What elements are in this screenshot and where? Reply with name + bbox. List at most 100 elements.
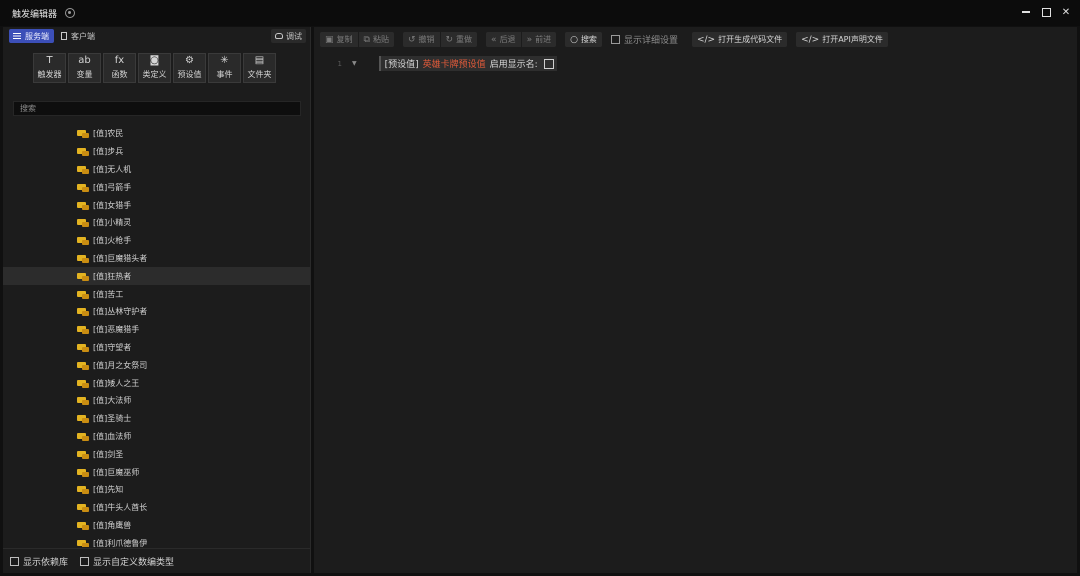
tab-server[interactable]: 服务端	[9, 29, 54, 43]
tree-item-label: [值]大法师	[93, 396, 132, 406]
preset-icon: ⚙	[185, 55, 194, 66]
close-button[interactable]	[1058, 4, 1074, 20]
tree-item[interactable]: [值]火枪手	[3, 232, 310, 250]
tree-item[interactable]: [值]步兵	[3, 143, 310, 161]
preset-value-icon	[77, 290, 89, 299]
tree-item[interactable]: [值]女猎手	[3, 196, 310, 214]
tree-item[interactable]: [值]无人机	[3, 161, 310, 179]
undo-icon: ↺	[407, 34, 416, 45]
tool-event[interactable]: ✳ 事件	[208, 53, 241, 83]
tree-item[interactable]: [值]守望者	[3, 339, 310, 357]
tree-item[interactable]: [值]利爪德鲁伊	[3, 534, 310, 547]
preset-value-icon	[77, 201, 89, 210]
tree-item-label: [值]恶魔猎手	[93, 325, 140, 335]
tree-item[interactable]: [值]矮人之王	[3, 374, 310, 392]
tool-function[interactable]: fx 函数	[103, 53, 136, 83]
tree-item-label: [值]火枪手	[93, 236, 132, 246]
tree-item-label: [值]矮人之王	[93, 378, 140, 388]
debug-button[interactable]: 调试	[271, 29, 306, 43]
checkbox-box[interactable]	[610, 35, 620, 44]
open-api-button[interactable]: </> 打开API声明文件	[796, 32, 888, 47]
tree-item[interactable]: [值]剑圣	[3, 445, 310, 463]
tree-item-label: [值]巨魔猎头者	[93, 253, 148, 263]
tool-variable-label: 变量	[76, 70, 93, 79]
tree-item[interactable]: [值]巨魔猎头者	[3, 250, 310, 268]
tool-trigger-label: 触发器	[37, 70, 62, 79]
tree-item[interactable]: [值]狂热者	[3, 267, 310, 286]
preset-tag: [预设值]	[384, 60, 419, 70]
class-icon: ◙	[149, 55, 160, 66]
preset-statement[interactable]: [预设值] 英雄卡牌预设值 启用显示名:	[378, 56, 557, 71]
bug-icon	[275, 33, 283, 39]
tree-item[interactable]: [值]农民	[3, 125, 310, 143]
tree-item-label: [值]先知	[93, 485, 124, 495]
tool-trigger[interactable]: T 触发器	[33, 53, 66, 83]
tree-item-label: [值]弓箭手	[93, 182, 132, 192]
tree-item[interactable]: [值]大法师	[3, 392, 310, 410]
tool-folder-label: 文件夹	[247, 70, 272, 79]
search-button[interactable]: ○ 搜索	[565, 32, 602, 47]
minimize-button[interactable]	[1018, 4, 1034, 20]
tree-item[interactable]: [值]先知	[3, 481, 310, 499]
variable-icon: ab	[78, 55, 91, 66]
show-deps-checkbox[interactable]: 显示依赖库	[10, 555, 68, 568]
tree-item[interactable]: [值]恶魔猎手	[3, 321, 310, 339]
tree-item-label: [值]守望者	[93, 342, 132, 352]
tree-item[interactable]: [值]巨魔巫师	[3, 463, 310, 481]
tree-item[interactable]: [值]苦工	[3, 285, 310, 303]
redo-button[interactable]: ↻ 重做	[441, 32, 478, 47]
tree-item[interactable]: [值]圣骑士	[3, 410, 310, 428]
editor-line: 1 ▼ [预设值] 英雄卡牌预设值 启用显示名:	[334, 56, 557, 71]
forward-label: 前进	[535, 35, 552, 44]
preset-name[interactable]: 英雄卡牌预设值	[423, 57, 486, 70]
checkbox-box[interactable]	[80, 556, 90, 566]
paste-label: 粘贴	[372, 35, 389, 44]
folder-icon: ▤	[254, 55, 265, 66]
tool-folder[interactable]: ▤ 文件夹	[243, 53, 276, 83]
window-title: 触发编辑器	[12, 9, 58, 20]
code-editor[interactable]: 1 ▼ [预设值] 英雄卡牌预设值 启用显示名:	[314, 53, 1077, 573]
tree-item[interactable]: [值]血法师	[3, 428, 310, 446]
tree-item[interactable]: [值]弓箭手	[3, 178, 310, 196]
tool-class[interactable]: ◙ 类定义	[138, 53, 171, 83]
show-detail-checkbox[interactable]: 显示详细设置	[610, 33, 678, 46]
editor-toolbar: ▣ 复制 ⧉ 粘贴 ↺ 撤销 ↻ 重做 «后退 » 前进 ○ 搜索 显示详细设置 </> 打开…	[320, 32, 897, 47]
tool-variable[interactable]: ab 变量	[68, 53, 101, 83]
preset-value-icon	[77, 236, 89, 246]
tree-item[interactable]: [值]角鹰兽	[3, 517, 310, 535]
tab-client[interactable]: 客户端	[57, 29, 100, 43]
redo-label: 重做	[456, 35, 473, 44]
preset-value-icon	[77, 307, 89, 317]
back-button[interactable]: «后退	[486, 32, 521, 47]
node-toolbox: T 触发器 ab 变量 fx 函数 ◙ 类定义 ⚙ 预设值 ✳ 事件 ▤ 文件夹	[33, 53, 276, 83]
title-bar: 触发编辑器	[0, 0, 1080, 26]
preset-value-icon	[77, 343, 89, 352]
show-custom-types-checkbox[interactable]: 显示自定义数编类型	[80, 555, 174, 568]
redo-icon: ↻	[445, 34, 454, 45]
open-generated-code-button[interactable]: </> 打开生成代码文件	[691, 32, 788, 47]
tree-item[interactable]: [值]丛林守护者	[3, 303, 310, 321]
code-icon: </>	[696, 34, 716, 45]
tree-item[interactable]: [值]月之女祭司	[3, 356, 310, 374]
preset-value-icon	[77, 414, 89, 424]
maximize-button[interactable]	[1038, 4, 1054, 20]
tree-item-label: [值]苦工	[93, 289, 124, 299]
tree-item[interactable]: [值]小精灵	[3, 214, 310, 232]
search-input[interactable]	[13, 101, 301, 116]
preset-value-icon	[77, 147, 89, 157]
fold-arrow-icon[interactable]: ▼	[352, 60, 357, 67]
forward-button[interactable]: » 前进	[522, 32, 557, 47]
tree-item[interactable]: [值]牛头人酋长	[3, 499, 310, 517]
enable-display-name-checkbox[interactable]	[543, 58, 554, 69]
copy-button[interactable]: ▣ 复制	[320, 32, 358, 47]
gear-icon[interactable]	[65, 8, 76, 18]
tree-item-label: [值]月之女祭司	[93, 360, 148, 370]
tool-preset[interactable]: ⚙ 预设值	[173, 53, 206, 83]
paste-button[interactable]: ⧉ 粘贴	[359, 32, 394, 47]
tree-item-label: [值]剑圣	[93, 449, 124, 459]
checkbox-box[interactable]	[10, 556, 19, 566]
preset-value-icon	[77, 361, 89, 370]
undo-button[interactable]: ↺ 撤销	[403, 32, 440, 47]
preset-value-icon	[77, 254, 89, 263]
debug-label: 调试	[286, 31, 302, 41]
